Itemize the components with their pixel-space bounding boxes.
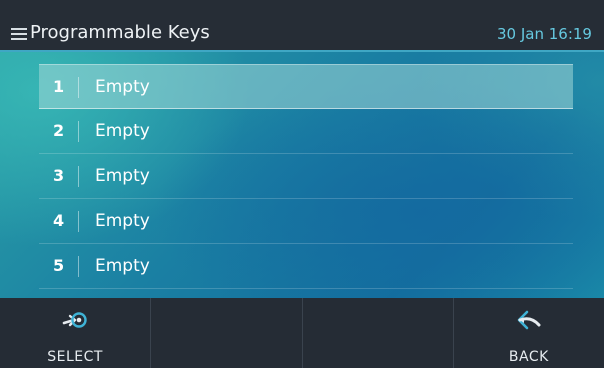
softkey-bar: SELECT BACK [0, 298, 604, 368]
programmable-keys-list: 1 Empty 2 Empty 3 Empty 4 Empty 5 Empty [39, 64, 573, 289]
key-number: 2 [53, 121, 65, 140]
select-arrow-icon [61, 308, 89, 334]
divider [78, 256, 79, 277]
divider [78, 211, 79, 232]
back-softkey[interactable]: BACK [454, 298, 604, 368]
list-item-key-3[interactable]: 3 Empty [39, 154, 573, 199]
key-number: 4 [53, 211, 65, 230]
list-item-key-2[interactable]: 2 Empty [39, 109, 573, 154]
key-label: Empty [95, 256, 150, 276]
key-number: 5 [53, 256, 65, 275]
softkey-2-empty[interactable] [151, 298, 303, 368]
back-label: BACK [508, 349, 549, 365]
softkey-3-empty[interactable] [303, 298, 454, 368]
list-item-key-4[interactable]: 4 Empty [39, 199, 573, 244]
select-softkey[interactable]: SELECT [0, 298, 152, 368]
key-number: 1 [53, 77, 65, 96]
list-item-key-1[interactable]: 1 Empty [39, 64, 573, 109]
page-title: Programmable Keys [30, 22, 210, 43]
key-number: 3 [53, 166, 65, 185]
divider [78, 121, 79, 142]
divider [78, 166, 79, 187]
date-time: 30 Jan 16:19 [497, 25, 592, 43]
key-label: Empty [95, 166, 150, 186]
header-bar: Programmable Keys 30 Jan 16:19 [0, 0, 604, 52]
back-arrow-icon [515, 308, 543, 334]
key-list-area: 1 Empty 2 Empty 3 Empty 4 Empty 5 Empty [0, 52, 604, 298]
select-label: SELECT [47, 349, 103, 365]
phone-screen: Programmable Keys 30 Jan 16:19 1 Empty 2… [0, 0, 604, 368]
key-label: Empty [95, 77, 150, 97]
hamburger-menu-icon[interactable] [11, 28, 27, 41]
list-item-key-5[interactable]: 5 Empty [39, 244, 573, 289]
divider [78, 77, 79, 98]
key-label: Empty [95, 121, 150, 141]
key-label: Empty [95, 211, 150, 231]
